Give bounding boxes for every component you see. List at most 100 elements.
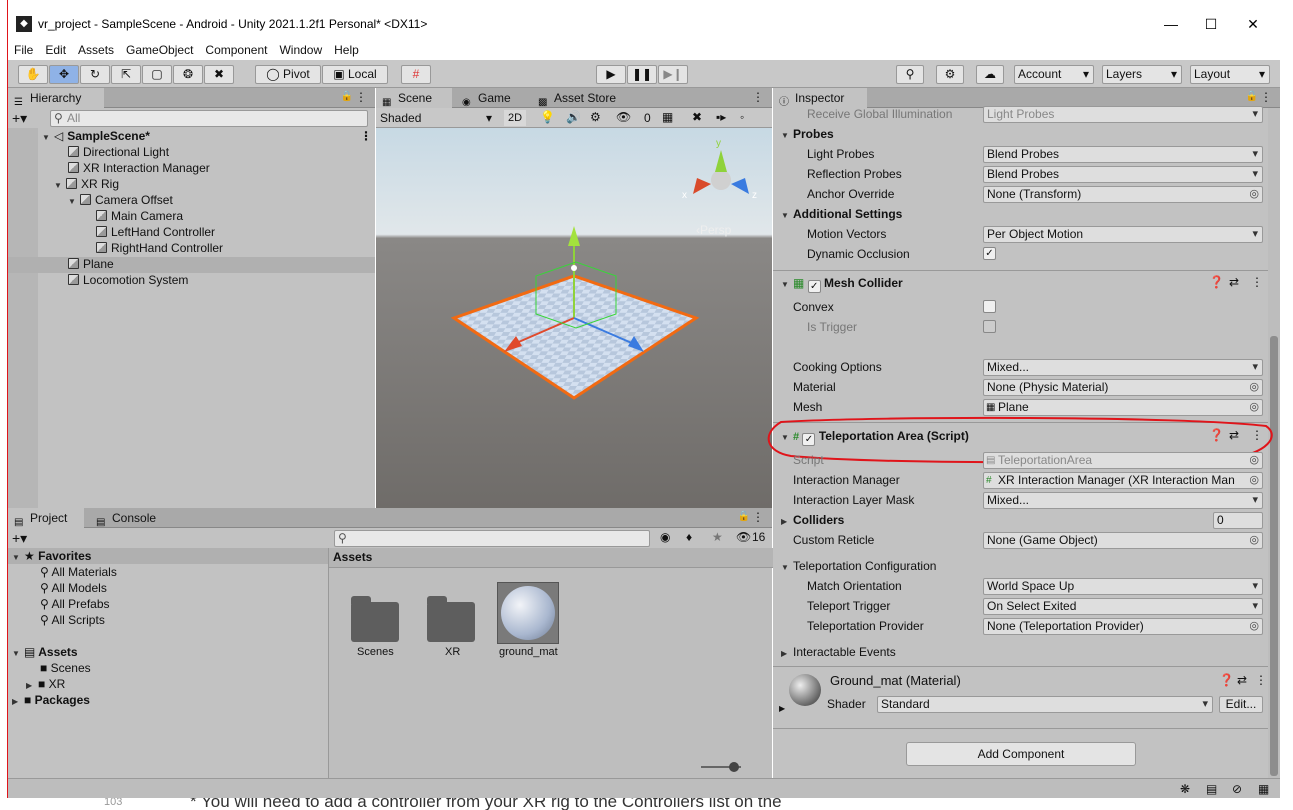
effects-icon[interactable]: ⚙	[590, 110, 601, 124]
scale-tool-icon[interactable]: ⇱	[111, 65, 141, 84]
menu-window[interactable]: Window	[273, 43, 328, 57]
menu-assets[interactable]: Assets	[72, 43, 120, 57]
y-arrow-icon[interactable]	[568, 226, 580, 246]
tree-item-scene[interactable]: ▼ ◁ SampleScene* ⋮	[42, 128, 372, 144]
folder-item[interactable]: ■ Scenes	[40, 660, 91, 676]
lock-icon[interactable]: 🔒	[1246, 91, 1258, 102]
interaction-manager-field[interactable]: # XR Interaction Manager (XR Interaction …	[983, 472, 1263, 489]
tree-item[interactable]: ▼ XR Rig	[54, 176, 119, 192]
favorite-item[interactable]: ⚲ All Prefabs	[40, 596, 110, 612]
rotate-tool-icon[interactable]: ↻	[80, 65, 110, 84]
light-probes-dropdown[interactable]: Blend Probes	[983, 146, 1263, 163]
add-object-button[interactable]: +▾	[12, 110, 27, 127]
build-icon[interactable]: ▦	[1258, 782, 1269, 796]
hierarchy-search-input[interactable]: ⚲ All	[50, 110, 368, 127]
packages-root[interactable]: ▶ ■ Packages	[12, 692, 90, 708]
probes-header[interactable]: ▼ Probes	[781, 126, 834, 142]
bug-icon[interactable]: ❋	[1180, 782, 1190, 796]
cooking-options-dropdown[interactable]: Mixed...	[983, 359, 1263, 376]
play-button[interactable]: ▶	[596, 65, 626, 84]
search-icon[interactable]: ⚲	[896, 65, 924, 84]
transform-tool-icon[interactable]: ❂	[173, 65, 203, 84]
zoom-slider-thumb[interactable]	[729, 762, 739, 772]
grid-snap-icon[interactable]: #	[401, 65, 431, 84]
camera-icon[interactable]: ▪▸	[716, 110, 726, 124]
hidden-objects-icon[interactable]: 👁	[616, 110, 631, 124]
more-options-icon[interactable]: ⋮	[1255, 673, 1267, 687]
more-options-icon[interactable]: ⋮	[752, 90, 764, 104]
collapse-arrow-icon[interactable]: ▶	[779, 704, 785, 713]
tab-asset-store[interactable]: ▩ Asset Store	[532, 88, 642, 108]
tab-game[interactable]: ◉ Game	[456, 88, 526, 108]
match-orientation-dropdown[interactable]: World Space Up	[983, 578, 1263, 595]
tab-inspector[interactable]: ⓘ Inspector	[773, 88, 867, 108]
is-trigger-checkbox[interactable]	[983, 320, 996, 333]
tab-scene[interactable]: ▦ Scene	[376, 88, 452, 108]
more-options-icon[interactable]: ⋮	[1260, 90, 1272, 104]
tree-item[interactable]: Main Camera	[96, 208, 183, 224]
tree-item[interactable]: XR Interaction Manager	[68, 160, 210, 176]
dynamic-occlusion-checkbox[interactable]: ✓	[983, 247, 996, 260]
edit-shader-button[interactable]: Edit...	[1219, 696, 1263, 713]
favorite-star-icon[interactable]: ★	[712, 530, 723, 544]
help-icon[interactable]: ❓	[1209, 275, 1224, 289]
hand-tool-icon[interactable]: ✋	[18, 65, 48, 84]
orientation-gizmo[interactable]: y x z	[682, 138, 757, 201]
shader-dropdown[interactable]: Standard	[877, 696, 1213, 713]
filter-type-icon[interactable]: ◉	[660, 530, 670, 544]
local-toggle[interactable]: ▣ Local	[322, 65, 388, 84]
favorite-item[interactable]: ⚲ All Models	[40, 580, 107, 596]
tree-item[interactable]: ▼ Camera Offset	[68, 192, 173, 208]
script-field[interactable]: ▤ TeleportationArea	[983, 452, 1263, 469]
reflection-probes-dropdown[interactable]: Blend Probes	[983, 166, 1263, 183]
teleport-provider-field[interactable]: None (Teleportation Provider)	[983, 618, 1263, 635]
custom-tool-icon[interactable]: ✖	[204, 65, 234, 84]
colliders-count-input[interactable]: 0	[1213, 512, 1263, 529]
hidden-packages-icon[interactable]: 👁	[736, 530, 751, 544]
pause-button[interactable]: ❚❚	[627, 65, 657, 84]
tree-item[interactable]: RightHand Controller	[96, 240, 223, 256]
rect-tool-icon[interactable]: ▢	[142, 65, 172, 84]
anchor-override-field[interactable]: None (Transform)	[983, 186, 1263, 203]
persp-label[interactable]: ‹Persp	[696, 223, 732, 237]
grid-icon[interactable]: ▦	[662, 110, 673, 124]
assets-root[interactable]: ▼ ▤ Assets	[12, 644, 78, 660]
more-options-icon[interactable]: ⋮	[360, 128, 372, 144]
lock-icon[interactable]: 🔒	[738, 511, 750, 522]
teleport-trigger-dropdown[interactable]: On Select Exited	[983, 598, 1263, 615]
interactable-events-foldout[interactable]: ▶ Interactable Events	[781, 644, 896, 660]
step-button[interactable]: ▶❙	[658, 65, 688, 84]
lighting-icon[interactable]: 💡	[540, 110, 555, 124]
presets-icon[interactable]: ⇄	[1237, 673, 1247, 687]
additional-settings-header[interactable]: ▼ Additional Settings	[781, 206, 902, 222]
cache-icon[interactable]: ▤	[1206, 782, 1217, 796]
convex-checkbox[interactable]	[983, 300, 996, 313]
maximize-button[interactable]: ☐	[1188, 8, 1234, 40]
project-search-input[interactable]: ⚲	[334, 530, 650, 547]
interaction-layer-mask-dropdown[interactable]: Mixed...	[983, 492, 1263, 509]
folder-item[interactable]: ▶ ■ XR	[26, 676, 65, 692]
label-tag-icon[interactable]: ♦	[686, 530, 692, 544]
tools-icon[interactable]: ✖	[692, 110, 702, 124]
cloud-icon[interactable]: ☁	[976, 65, 1004, 84]
gi-icon[interactable]: ⊘	[1232, 782, 1242, 796]
menu-file[interactable]: File	[8, 43, 39, 57]
favorite-item[interactable]: ⚲ All Scripts	[40, 612, 105, 628]
menu-gameobject[interactable]: GameObject	[120, 43, 199, 57]
create-asset-button[interactable]: +▾	[12, 530, 27, 547]
layers-dropdown[interactable]: Layers ▾	[1102, 65, 1182, 84]
help-icon[interactable]: ❓	[1219, 673, 1234, 687]
scene-viewport[interactable]: y x z ‹Persp	[376, 128, 772, 508]
enabled-checkbox[interactable]: ✓	[807, 280, 821, 293]
tab-hierarchy[interactable]: ☰ Hierarchy	[8, 88, 104, 108]
mesh-collider-header[interactable]: ▼ ▦ ✓ Mesh Collider	[781, 275, 903, 293]
folder-icon[interactable]	[351, 596, 399, 642]
toggle-2d-button[interactable]: 2D	[504, 110, 526, 126]
shading-dropdown[interactable]: Shaded ▾	[380, 110, 496, 126]
account-dropdown[interactable]: Account ▾	[1014, 65, 1094, 84]
add-component-button[interactable]: Add Component	[906, 742, 1136, 766]
gizmos-icon[interactable]: ◦	[740, 110, 744, 124]
more-options-icon[interactable]: ⋮	[355, 90, 367, 104]
scrollbar-thumb[interactable]	[1270, 336, 1278, 776]
material-thumbnail[interactable]	[497, 582, 559, 644]
